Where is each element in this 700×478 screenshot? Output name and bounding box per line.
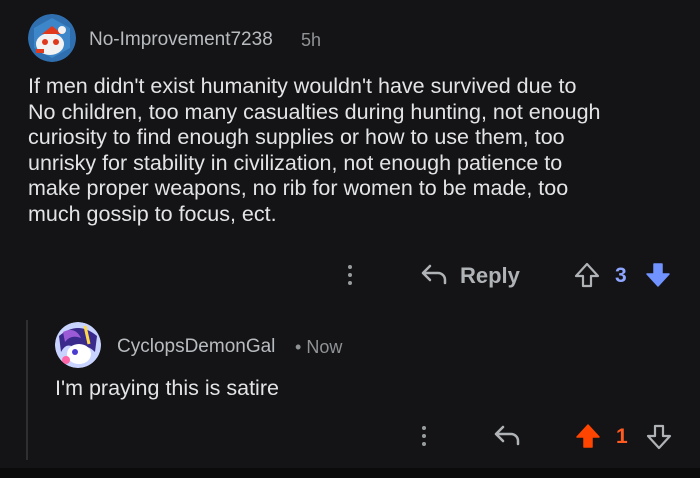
comment-thread: No-Improvement7238 5h If men didn't exis… — [0, 0, 700, 468]
reply-meta: • Now — [295, 337, 342, 358]
reply-arrow-icon[interactable] — [493, 423, 521, 452]
reply-age: Now — [306, 337, 343, 357]
pony-avatar-icon[interactable] — [55, 322, 101, 368]
more-options-icon[interactable] — [421, 426, 427, 450]
meta-separator: • — [295, 337, 302, 357]
reply-username[interactable]: CyclopsDemonGal — [117, 336, 275, 358]
thread-line[interactable] — [26, 320, 28, 460]
reply-button[interactable]: Reply — [460, 263, 520, 289]
downvote-icon[interactable] — [644, 261, 672, 294]
upvote-icon[interactable] — [573, 261, 601, 294]
comment-username[interactable]: No-Improvement7238 — [89, 29, 273, 51]
downvote-icon[interactable] — [645, 423, 673, 456]
snoo-avatar-icon[interactable] — [28, 14, 76, 62]
reply-arrow-icon[interactable] — [420, 262, 448, 291]
comment-age: 5h — [301, 30, 322, 50]
upvote-icon[interactable] — [574, 422, 602, 455]
vote-count: 3 — [615, 264, 627, 287]
more-options-icon[interactable] — [347, 265, 353, 289]
reply-body: I'm praying this is satire — [55, 376, 279, 400]
comment-body: If men didn't exist humanity wouldn't ha… — [28, 74, 601, 226]
vote-count: 1 — [616, 425, 628, 448]
